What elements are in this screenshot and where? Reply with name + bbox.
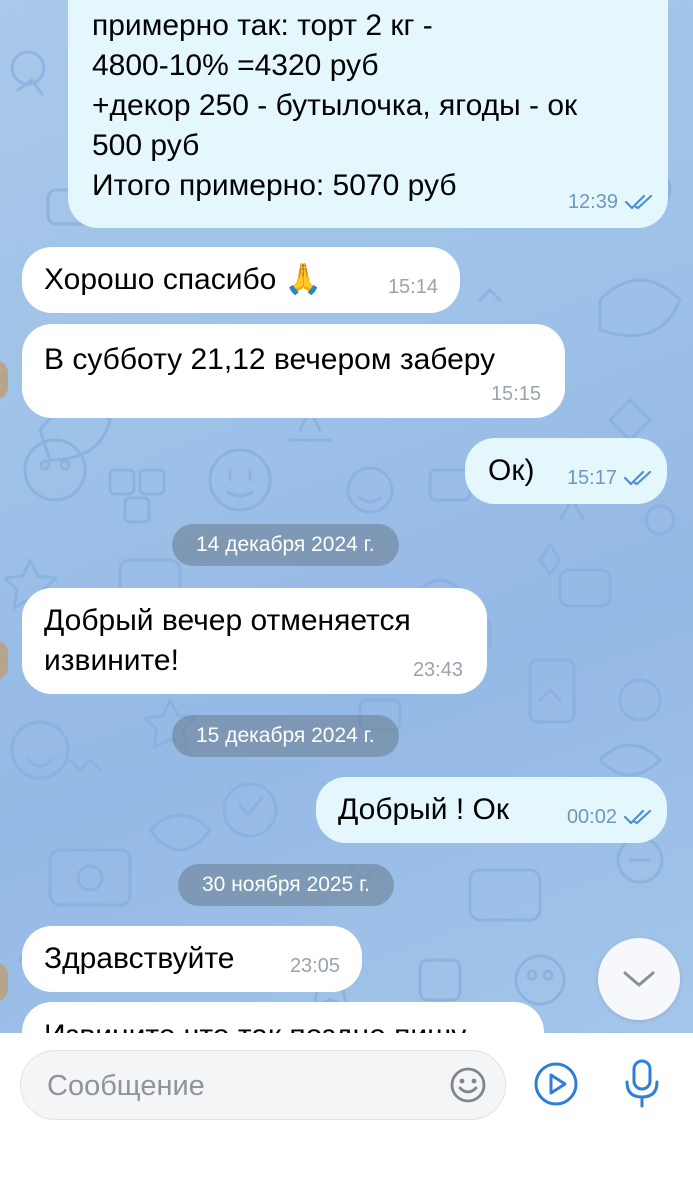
message-meta: 23:05	[290, 954, 340, 978]
message-bubble-incoming[interactable]: Хорошо спасибо 🙏 15:14	[22, 247, 460, 313]
message-meta: 15:17	[567, 466, 653, 490]
message-time: 23:43	[412, 659, 463, 681]
message-text: В субботу 21,12 вечером заберу	[44, 343, 496, 376]
message-bubble-incoming[interactable]: Здравствуйте 23:05	[22, 926, 362, 992]
date-separator: 30 ноября 2025 г.	[178, 864, 394, 906]
message-text: примерно так: торт 2 кг - 4800-10% =4320…	[92, 9, 578, 202]
date-separator: 14 декабря 2024 г.	[172, 524, 399, 566]
message-time: 15:14	[387, 276, 438, 298]
read-checkmarks-icon	[623, 809, 652, 825]
message-bubble-outgoing[interactable]: Добрый ! Ок 00:02	[316, 777, 667, 843]
message-meta: 00:02	[567, 805, 653, 829]
message-text: Здравствуйте	[44, 942, 235, 975]
message-meta: 15:15	[491, 382, 541, 406]
message-time: 15:17	[566, 467, 617, 489]
message-bubble-incoming[interactable]: В субботу 21,12 вечером заберу 15:15	[22, 324, 565, 418]
message-time: 15:15	[490, 383, 541, 405]
date-separator: 15 декабря 2024 г.	[172, 715, 399, 757]
read-checkmarks-icon	[623, 470, 652, 486]
message-time: 12:39	[567, 191, 618, 213]
message-input[interactable]	[45, 1051, 449, 1121]
chat-area[interactable]: примерно так: торт 2 кг - 4800-10% =4320…	[0, 0, 693, 1033]
chevron-down-icon	[623, 971, 655, 987]
message-text: Ок)	[488, 454, 535, 487]
message-bubble-incoming[interactable]: Добрый вечер отменяется извините! 23:43	[22, 588, 487, 694]
message-meta: 23:43	[413, 658, 463, 682]
message-meta: 15:14	[388, 275, 438, 299]
emoji-icon[interactable]	[449, 1066, 487, 1104]
video-message-icon[interactable]	[532, 1060, 580, 1108]
message-meta: 12:39	[568, 190, 654, 214]
message-text: Хорошо спасибо 🙏	[44, 263, 323, 296]
message-bubble-outgoing[interactable]: примерно так: торт 2 кг - 4800-10% =4320…	[68, 0, 668, 228]
message-time: 00:02	[566, 806, 617, 828]
read-checkmarks-icon	[624, 194, 653, 210]
scroll-down-button[interactable]	[598, 938, 680, 1020]
message-time: 23:05	[289, 955, 340, 977]
message-bubble-incoming[interactable]: Извините что так поздно пишу	[22, 1002, 544, 1033]
message-text: Добрый ! Ок	[338, 793, 509, 826]
message-text: Извините что так поздно пишу	[44, 1019, 466, 1033]
message-input-box[interactable]	[20, 1050, 506, 1121]
message-bubble-outgoing[interactable]: Ок) 15:17	[465, 438, 667, 504]
microphone-icon[interactable]	[622, 1058, 662, 1110]
